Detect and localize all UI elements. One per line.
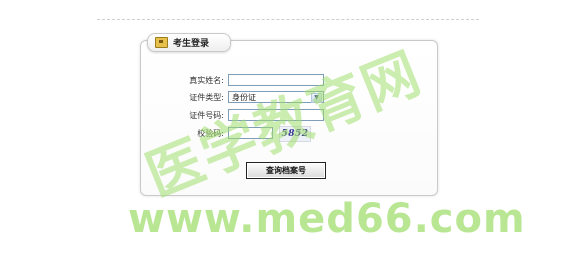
panel-header: 考生登录	[147, 33, 231, 52]
exam-login-page: 考生登录 真实姓名: 证件类型: 身份证 ▼ 证件号码: 校验码: 5852 查…	[0, 0, 578, 258]
name-label: 真实姓名:	[189, 76, 224, 85]
id-number-input[interactable]	[228, 109, 324, 121]
panel-title: 考生登录	[173, 39, 210, 49]
id-number-label: 证件号码:	[189, 111, 224, 120]
captcha-label: 校验码:	[197, 129, 224, 138]
chevron-down-icon[interactable]: ▼	[311, 93, 322, 103]
captcha-input[interactable]	[228, 127, 273, 139]
captcha-image[interactable]: 5852	[279, 126, 311, 142]
query-archive-button[interactable]: 查询档案号	[246, 162, 326, 179]
top-divider	[97, 19, 479, 20]
watermark-url: www.med66.com	[128, 196, 526, 242]
id-type-selected-value: 身份证	[232, 92, 256, 102]
id-type-select[interactable]: 身份证 ▼	[228, 91, 324, 103]
id-card-icon	[155, 37, 168, 48]
id-type-label: 证件类型:	[189, 93, 224, 102]
name-input[interactable]	[228, 74, 324, 86]
